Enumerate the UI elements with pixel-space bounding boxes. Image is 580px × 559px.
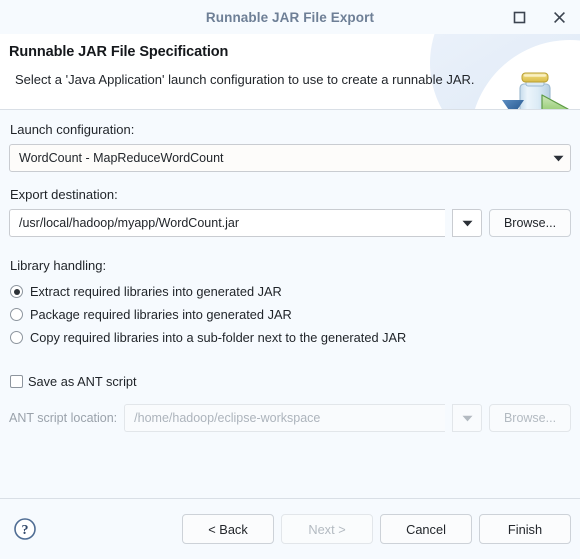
export-destination-label: Export destination: — [10, 187, 118, 202]
radio-extract-libraries[interactable]: Extract required libraries into generate… — [10, 280, 571, 303]
ant-script-location-label: ANT script location: — [9, 411, 118, 425]
radio-button-icon[interactable] — [10, 331, 23, 344]
radio-button-icon[interactable] — [10, 285, 23, 298]
window-controls — [504, 0, 574, 34]
launch-configuration-label: Launch configuration: — [10, 122, 135, 137]
ant-script-location-dropdown-button — [452, 404, 482, 432]
svg-text:?: ? — [22, 523, 29, 538]
save-as-ant-script-row[interactable]: Save as ANT script — [10, 371, 571, 391]
export-destination-row: /usr/local/hadoop/myapp/WordCount.jar Br… — [9, 209, 571, 237]
help-icon[interactable]: ? — [13, 517, 37, 541]
dialog-header: Runnable JAR File Specification Select a… — [0, 34, 580, 110]
finish-button[interactable]: Finish — [479, 514, 571, 544]
radio-label: Copy required libraries into a sub-folde… — [30, 330, 407, 345]
ant-script-location-input: /home/hadoop/eclipse-workspace — [124, 404, 445, 432]
save-as-ant-script-label: Save as ANT script — [28, 373, 137, 389]
radio-label: Extract required libraries into generate… — [30, 284, 282, 299]
dialog-footer: ? < Back Next > Cancel Finish — [0, 498, 580, 559]
radio-button-icon[interactable] — [10, 308, 23, 321]
jar-export-icon — [498, 68, 576, 109]
radio-package-libraries[interactable]: Package required libraries into generate… — [10, 303, 571, 326]
cancel-button[interactable]: Cancel — [380, 514, 472, 544]
page-description: Select a 'Java Application' launch confi… — [15, 72, 475, 87]
launch-configuration-row: WordCount - MapReduceWordCount — [9, 144, 571, 172]
runnable-jar-export-dialog: Runnable JAR File Export Runnable JAR Fi… — [0, 0, 580, 559]
maximize-icon — [513, 11, 526, 24]
launch-configuration-value: WordCount - MapReduceWordCount — [19, 151, 224, 165]
back-button[interactable]: < Back — [182, 514, 274, 544]
radio-copy-libraries[interactable]: Copy required libraries into a sub-folde… — [10, 326, 571, 349]
export-destination-input[interactable]: /usr/local/hadoop/myapp/WordCount.jar — [9, 209, 445, 237]
window-title: Runnable JAR File Export — [205, 9, 375, 25]
ant-script-browse-button: Browse... — [489, 404, 571, 432]
next-button: Next > — [281, 514, 373, 544]
dialog-body: Launch configuration: WordCount - MapRed… — [0, 110, 580, 498]
ant-script-location-row: ANT script location: /home/hadoop/eclips… — [9, 404, 571, 432]
chevron-down-icon — [462, 409, 473, 427]
maximize-button[interactable] — [504, 2, 534, 32]
checkbox-icon[interactable] — [10, 374, 23, 388]
close-button[interactable] — [544, 2, 574, 32]
page-title: Runnable JAR File Specification — [9, 44, 229, 60]
launch-configuration-combo[interactable]: WordCount - MapReduceWordCount — [9, 144, 571, 172]
title-bar: Runnable JAR File Export — [0, 0, 580, 34]
chevron-down-icon — [462, 214, 473, 232]
footer-button-group: < Back Next > Cancel Finish — [182, 514, 571, 544]
close-icon — [553, 11, 566, 24]
radio-label: Package required libraries into generate… — [30, 307, 292, 322]
library-handling-label: Library handling: — [10, 258, 107, 273]
chevron-down-icon[interactable] — [546, 145, 570, 171]
export-destination-browse-button[interactable]: Browse... — [489, 209, 571, 237]
export-destination-dropdown-button[interactable] — [452, 209, 482, 237]
